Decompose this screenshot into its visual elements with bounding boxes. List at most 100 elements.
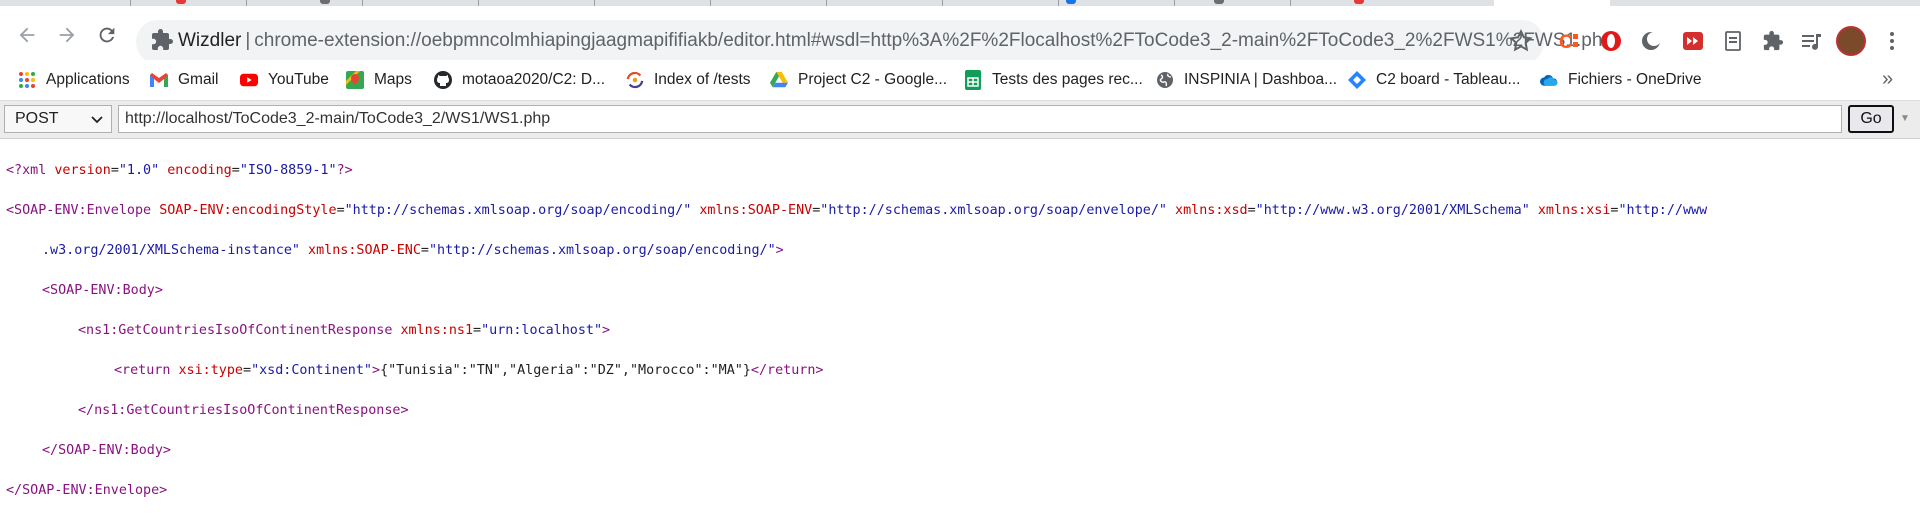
tab-favicon-icon <box>1354 0 1364 4</box>
xml-response-close: </ns1:GetCountriesIsoOfContinentResponse… <box>6 401 1906 421</box>
xml-text: {"Tunisia":"TN","Algeria":"DZ","Morocco"… <box>380 363 751 378</box>
xml-tag: </SOAP-ENV:Body> <box>42 443 171 458</box>
xml-attr: version <box>54 163 111 178</box>
chevron-down-icon <box>91 116 103 124</box>
maps-icon <box>346 71 364 89</box>
youtube-icon <box>240 71 258 89</box>
bookmark-label: Index of /tests <box>654 71 751 88</box>
http-method-value: POST <box>15 110 59 127</box>
bookmark-onedrive[interactable]: Fichiers - OneDrive <box>1540 68 1702 92</box>
xml-value: "xsd:Continent" <box>251 363 372 378</box>
apps-grid-icon <box>18 71 36 89</box>
xml-attr: encoding <box>167 163 232 178</box>
localhost-icon <box>626 71 644 89</box>
xml-return: <return xsi:type="xsd:Continent">{"Tunis… <box>114 363 824 378</box>
jira-icon <box>1348 71 1366 89</box>
xml-value: "http://schemas.xmlsoap.org/soap/encodin… <box>344 203 692 218</box>
extensions-menu-button[interactable] <box>1760 28 1786 54</box>
xml-attr: xsi:type <box>178 363 244 378</box>
cs-extension-icon: C <box>1559 32 1578 53</box>
xml-value: "http://www <box>1618 203 1708 218</box>
globe-icon <box>1156 71 1174 89</box>
go-button[interactable]: Go <box>1848 105 1894 133</box>
xml-response: <?xml version="1.0" encoding="ISO-8859-1… <box>6 141 1906 521</box>
xml-attr: xmlns:ns1 <box>400 323 474 338</box>
bookmark-label: Gmail <box>178 71 219 88</box>
google-sheets-icon <box>964 70 982 90</box>
xml-tag: > <box>775 243 784 258</box>
svg-text:C: C <box>1559 32 1573 53</box>
xml-body-open: <SOAP-ENV:Body> <box>6 281 1906 301</box>
media-queue-icon <box>1802 34 1821 50</box>
extension-button[interactable] <box>1598 28 1624 54</box>
xml-value: "http://www.w3.org/2001/XMLSchema" <box>1255 203 1530 218</box>
fast-forward-icon <box>1683 32 1703 50</box>
xml-tag: ?> <box>336 163 353 178</box>
puzzle-icon <box>152 29 173 50</box>
bookmark-tests-des-pages[interactable]: Tests des pages rec... <box>964 68 1143 92</box>
arrow-left-icon <box>19 27 35 43</box>
media-controls-button[interactable] <box>1798 28 1824 54</box>
bookmark-label: Applications <box>46 71 130 88</box>
bookmark-index-of-tests[interactable]: Index of /tests <box>626 68 751 92</box>
xml-attr: xmlns:SOAP-ENV <box>699 203 813 218</box>
xml-tag: > <box>372 363 381 378</box>
bookmark-label: Maps <box>374 71 412 88</box>
chevron-down-icon[interactable]: ▼ <box>1900 113 1910 124</box>
bookmark-label: Tests des pages rec... <box>992 71 1143 88</box>
xml-response-open: <ns1:GetCountriesIsoOfContinentResponse … <box>78 323 611 338</box>
profile-avatar[interactable] <box>1836 26 1866 56</box>
bookmark-applications[interactable]: Applications <box>18 68 130 92</box>
xml-value: "1.0" <box>118 163 160 178</box>
extension-button[interactable] <box>1638 28 1664 54</box>
bookmark-github[interactable]: motaoa2020/C2: D... <box>434 68 605 92</box>
google-drive-icon <box>770 71 788 89</box>
bookmark-project-c2[interactable]: Project C2 - Google... <box>770 68 947 92</box>
http-method-select[interactable]: POST <box>4 105 112 133</box>
xml-attr: xmlns:xsi <box>1537 203 1611 218</box>
extension-button[interactable]: C <box>1556 28 1582 54</box>
bookmark-gmail[interactable]: Gmail <box>150 68 218 92</box>
bookmark-label: Project C2 - Google... <box>798 71 948 88</box>
bookmark-c2-board[interactable]: C2 board - Tableau... <box>1348 68 1520 92</box>
arrow-right-icon <box>59 27 75 43</box>
extension-button[interactable] <box>1720 28 1746 54</box>
xml-tag: <SOAP-ENV:Body> <box>42 283 163 298</box>
puzzle-icon <box>1763 30 1784 51</box>
address-url: chrome-extension://oebpmncolmhiapingjaag… <box>254 30 1619 51</box>
bookmarks-overflow-button[interactable]: » <box>1882 68 1893 91</box>
xml-attr: xmlns:xsd <box>1175 203 1248 218</box>
reload-button[interactable] <box>92 20 122 50</box>
xml-value: "urn:localhost" <box>481 323 603 338</box>
request-url-input[interactable]: http://localhost/ToCode3_2-main/ToCode3_… <box>118 105 1842 133</box>
bookmark-star-icon[interactable] <box>1508 28 1534 54</box>
onedrive-icon <box>1540 71 1558 89</box>
xml-tag: <SOAP-ENV:Envelope <box>6 203 152 218</box>
xml-attr: xmlns:SOAP-ENC <box>308 243 421 258</box>
xml-value: .w3.org/2001/XMLSchema-instance" <box>42 243 300 258</box>
xml-tag: </return> <box>750 363 824 378</box>
document-icon <box>1725 31 1741 51</box>
xml-envelope-open: <SOAP-ENV:Envelope SOAP-ENV:encodingStyl… <box>6 203 1708 218</box>
github-icon <box>434 71 452 89</box>
bookmarks-bar: Applications Gmail YouTube Maps motaoa20… <box>0 60 1920 101</box>
bookmark-inspinia[interactable]: INSPINIA | Dashboa... <box>1156 68 1337 92</box>
address-bar-text[interactable]: Wizdler | chrome-extension://oebpmncolmhia… <box>178 27 1618 55</box>
more-vert-icon[interactable] <box>1880 28 1904 54</box>
xml-tag: > <box>602 323 611 338</box>
bookmark-youtube[interactable]: YouTube <box>240 68 329 92</box>
bookmark-label: C2 board - Tableau... <box>1376 71 1521 88</box>
bookmark-label: INSPINIA | Dashboa... <box>1184 71 1338 88</box>
xml-tag: </SOAP-ENV:Envelope> <box>6 483 168 498</box>
xml-tag: </ns1:GetCountriesIsoOfContinentResponse… <box>78 403 409 418</box>
forward-button[interactable] <box>52 20 82 50</box>
bookmark-label: YouTube <box>268 71 329 88</box>
xml-envelope-close: </SOAP-ENV:Envelope> <box>6 481 1906 501</box>
back-button[interactable] <box>12 20 42 50</box>
reload-icon <box>99 27 115 43</box>
extension-button[interactable] <box>1680 28 1706 54</box>
xml-value: "http://schemas.xmlsoap.org/soap/envelop… <box>820 203 1167 218</box>
tab-favicon-icon <box>320 0 330 4</box>
tab-favicon-icon <box>1214 0 1224 4</box>
bookmark-maps[interactable]: Maps <box>346 68 412 92</box>
